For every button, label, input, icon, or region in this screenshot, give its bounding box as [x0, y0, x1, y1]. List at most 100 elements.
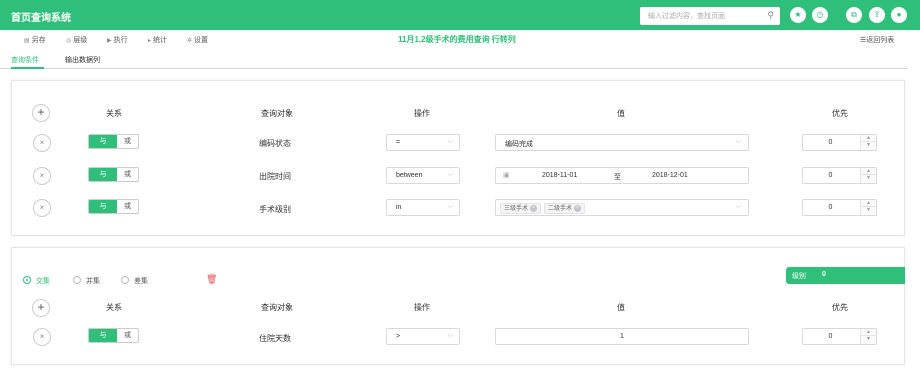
- relation-toggle[interactable]: 与 或: [88, 167, 139, 182]
- tab-output-columns[interactable]: 输出数据列: [65, 55, 100, 65]
- stepper-arrows: ▲ ▼: [860, 168, 876, 183]
- stepper-arrows: ▲ ▼: [860, 329, 876, 344]
- app-title: 首页查询系统: [11, 13, 71, 24]
- relation-and[interactable]: 与: [89, 200, 117, 213]
- condition-group-2: [11, 247, 905, 365]
- upload-icon[interactable]: ⇪: [869, 7, 885, 23]
- increment-button[interactable]: ▲: [861, 168, 876, 175]
- tab-query-conditions[interactable]: 查询条件: [11, 55, 39, 65]
- star-icon[interactable]: ★: [790, 7, 806, 23]
- tag-close-icon[interactable]: ×: [574, 204, 582, 212]
- operator-select[interactable]: in ⌵: [386, 199, 460, 216]
- add-condition-button[interactable]: +: [32, 104, 50, 122]
- stats-label: 统计: [153, 37, 168, 44]
- remove-condition-button[interactable]: ×: [33, 199, 51, 217]
- relation-toggle[interactable]: 与 或: [88, 199, 139, 214]
- remove-condition-button[interactable]: ×: [33, 167, 51, 185]
- operator-value: between: [396, 172, 423, 179]
- decrement-button[interactable]: ▼: [861, 175, 876, 182]
- radio-dot: [23, 276, 31, 285]
- column-header-object: 查询对象: [261, 303, 293, 312]
- stats-button[interactable]: ▸ 统计: [148, 35, 167, 45]
- active-tab-indicator: [11, 67, 44, 69]
- level-button[interactable]: ◎ 层级: [66, 35, 87, 45]
- decrement-button[interactable]: ▼: [861, 142, 876, 149]
- clock-icon[interactable]: ◷: [812, 7, 828, 23]
- back-to-list-button[interactable]: ☰返回列表: [860, 35, 894, 45]
- column-header-object: 查询对象: [261, 109, 293, 118]
- search-box[interactable]: ⚲: [640, 7, 780, 25]
- radio-dot: [73, 276, 81, 285]
- column-header-operation: 操作: [414, 303, 430, 312]
- multi-select[interactable]: 三级手术 × 二级手术 × ⌵: [495, 199, 749, 216]
- column-header-relation: 关系: [106, 303, 122, 312]
- operator-value: =: [396, 139, 401, 146]
- relation-or[interactable]: 或: [117, 329, 138, 342]
- set-op-union[interactable]: 并集: [73, 276, 100, 286]
- decrement-button[interactable]: ▼: [861, 336, 876, 343]
- remove-condition-button[interactable]: ×: [33, 134, 51, 152]
- operator-value: >: [396, 333, 401, 340]
- decrement-button[interactable]: ▼: [861, 207, 876, 214]
- relation-toggle[interactable]: 与 或: [88, 328, 139, 343]
- user-icon[interactable]: ●: [891, 7, 907, 23]
- operator-select[interactable]: between ⌵: [386, 167, 460, 184]
- date-range-picker[interactable]: ▣ 2018-11-01 至 2018-12-01: [495, 167, 749, 184]
- radio-label: 交集: [36, 278, 50, 285]
- operator-select[interactable]: > ⌵: [386, 328, 460, 345]
- column-header-value: 值: [617, 109, 625, 118]
- remove-condition-button[interactable]: ×: [33, 328, 51, 346]
- column-header-priority: 优先: [832, 109, 848, 118]
- priority-stepper[interactable]: 0 ▲ ▼: [802, 167, 877, 184]
- relation-or[interactable]: 或: [117, 168, 138, 181]
- relation-and[interactable]: 与: [89, 168, 117, 181]
- tag-label: 三级手术: [504, 206, 529, 212]
- level-value: 0: [822, 271, 826, 278]
- relation-or[interactable]: 或: [117, 135, 138, 148]
- search-input[interactable]: [640, 7, 758, 25]
- relation-toggle[interactable]: 与 或: [88, 134, 139, 149]
- trash-icon[interactable]: 🗑: [206, 274, 217, 285]
- save-icon: ▤: [24, 38, 30, 44]
- relation-or[interactable]: 或: [117, 200, 138, 213]
- value-input[interactable]: 1: [495, 328, 749, 345]
- settings-label: 设置: [194, 37, 209, 44]
- priority-stepper[interactable]: 0 ▲ ▼: [802, 328, 877, 345]
- settings-icon: ✲: [187, 38, 193, 44]
- priority-value: 0: [828, 139, 833, 146]
- column-header-relation: 关系: [106, 109, 122, 118]
- operator-value: in: [396, 204, 402, 211]
- date-end[interactable]: 2018-12-01: [652, 172, 688, 179]
- priority-value: 0: [828, 204, 833, 211]
- add-condition-button[interactable]: +: [32, 299, 50, 317]
- priority-stepper[interactable]: 0 ▲ ▼: [802, 199, 877, 216]
- eye-icon: ◎: [66, 38, 72, 44]
- chevron-down-icon: ⌵: [735, 138, 741, 145]
- tag-close-icon[interactable]: ×: [530, 204, 538, 212]
- relation-and[interactable]: 与: [89, 329, 117, 342]
- date-start[interactable]: 2018-11-01: [542, 172, 577, 179]
- column-header-value: 值: [617, 303, 625, 312]
- back-to-list-label: 返回列表: [866, 37, 895, 44]
- relation-and[interactable]: 与: [89, 135, 117, 148]
- settings-button[interactable]: ✲ 设置: [187, 35, 208, 45]
- increment-button[interactable]: ▲: [861, 329, 876, 336]
- operator-select[interactable]: = ⌵: [386, 134, 460, 151]
- level-badge: 级别 0: [786, 267, 905, 284]
- chevron-down-icon: ⌵: [735, 203, 741, 210]
- save-as-button[interactable]: ▤ 另存: [24, 35, 46, 45]
- set-op-difference[interactable]: 差集: [121, 276, 148, 286]
- priority-stepper[interactable]: 0 ▲ ▼: [802, 134, 877, 151]
- set-op-intersection[interactable]: 交集: [23, 276, 50, 286]
- increment-button[interactable]: ▲: [861, 200, 876, 207]
- level-label: 级别: [792, 273, 806, 280]
- radio-label: 差集: [134, 278, 148, 285]
- column-header-operation: 操作: [414, 109, 430, 118]
- increment-button[interactable]: ▲: [861, 135, 876, 142]
- value-select[interactable]: 编码完成 ⌵: [495, 134, 749, 151]
- chevron-down-icon: ⌵: [447, 171, 453, 178]
- search-icon[interactable]: ⚲: [767, 10, 774, 21]
- stepper-arrows: ▲ ▼: [860, 200, 876, 215]
- export-icon[interactable]: ⧉: [846, 7, 862, 23]
- execute-button[interactable]: ▶ 执行: [107, 35, 128, 45]
